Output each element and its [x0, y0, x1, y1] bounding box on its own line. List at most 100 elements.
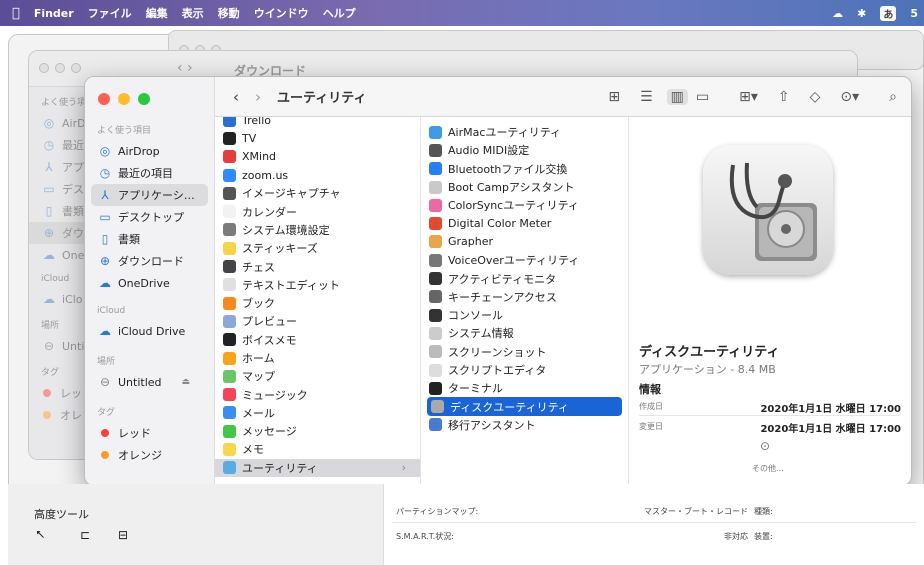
bg-sidebar-item-untitled[interactable]: ⊖ Unti	[29, 335, 89, 357]
list-item[interactable]: メッセージ	[215, 422, 420, 440]
bg-sidebar-item-desktop[interactable]: ▭ デス	[29, 178, 89, 200]
list-item[interactable]: Bluetoothファイル交換	[421, 160, 628, 178]
bg-sidebar-item-apps[interactable]: ⅄ アプ	[29, 156, 89, 178]
move-tool-icon[interactable]: ⊟	[118, 528, 128, 542]
list-item[interactable]: システム情報	[421, 324, 628, 342]
list-item[interactable]: アクティビティモニタ	[421, 269, 628, 287]
list-item[interactable]: ユーティリティ ›	[215, 458, 420, 477]
list-item[interactable]: ターミナル	[421, 379, 628, 397]
sidebar-item-untitled[interactable]: ⊖ Untitled ⏏	[85, 371, 214, 393]
list-item[interactable]: コンソール	[421, 306, 628, 324]
menu-window[interactable]: ウインドウ	[254, 5, 309, 21]
list-item[interactable]: イメージキャプチャ	[215, 184, 420, 202]
menu-edit[interactable]: 編集	[146, 5, 168, 21]
list-item[interactable]: AirMacユーティリティ	[421, 123, 628, 141]
sidebar-item-documents[interactable]: ▯ 書類	[85, 228, 214, 250]
insert-tool-icon[interactable]: ⊏	[80, 528, 90, 542]
menu-bar:  Finder ファイル 編集 表示 移動 ウインドウ ヘルプ ☁ ✱ あ 5	[0, 0, 924, 26]
search-icon[interactable]: ⌕	[889, 89, 897, 105]
list-item[interactable]: マップ	[215, 367, 420, 385]
input-method-icon[interactable]: あ	[880, 5, 897, 21]
list-item[interactable]: TV	[215, 129, 420, 147]
sidebar-tag-red[interactable]: レッド	[85, 422, 214, 444]
sidebar-item-applications[interactable]: ⅄ アプリケーシ…	[91, 184, 208, 206]
bg-sidebar-item-icloud[interactable]: ☁ iClo	[29, 288, 89, 310]
sidebar-item-recents[interactable]: ◷ 最近の項目	[85, 162, 214, 184]
list-item[interactable]: スクリーンショット	[421, 343, 628, 361]
menu-view[interactable]: 表示	[182, 5, 204, 21]
bluetooth-icon[interactable]: ✱	[857, 7, 866, 20]
list-item[interactable]: VoiceOverユーティリティ	[421, 251, 628, 269]
list-item-label: チェス	[242, 260, 275, 274]
list-item[interactable]: スティッキーズ	[215, 239, 420, 257]
bg-back-icon[interactable]: ‹ ›	[177, 60, 193, 76]
list-item[interactable]: メール	[215, 404, 420, 422]
list-item[interactable]: XMind	[215, 148, 420, 166]
list-item[interactable]: メモ	[215, 440, 420, 458]
list-item[interactable]: カレンダー	[215, 202, 420, 220]
eject-icon[interactable]: ⏏	[182, 377, 191, 387]
list-item[interactable]: Trello	[215, 117, 420, 129]
list-item-label: ブック	[242, 297, 275, 311]
list-item[interactable]: スクリプトエディタ	[421, 361, 628, 379]
sidebar-item-onedrive[interactable]: ☁ OneDrive	[85, 272, 214, 294]
forward-icon[interactable]: ›	[255, 88, 261, 106]
sidebar-tag-orange[interactable]: オレンジ	[85, 444, 214, 466]
list-item[interactable]: zoom.us	[215, 166, 420, 184]
list-item-label: ミュージック	[242, 388, 308, 402]
gallery-view-icon[interactable]: ▭	[696, 89, 709, 105]
menu-help[interactable]: ヘルプ	[323, 5, 356, 21]
share-icon[interactable]: ⇧	[778, 89, 790, 105]
menu-go[interactable]: 移動	[218, 5, 240, 21]
list-item[interactable]: Audio MIDI設定	[421, 141, 628, 159]
list-item[interactable]: Boot Campアシスタント	[421, 178, 628, 196]
sidebar-item-icloud-drive[interactable]: ☁ iCloud Drive	[85, 320, 214, 342]
group-icon[interactable]: ⊞▾	[739, 89, 758, 105]
bg-sidebar-item-recent[interactable]: ◷ 最近	[29, 134, 89, 156]
sidebar-item-desktop[interactable]: ▭ デスクトップ	[85, 206, 214, 228]
list-item[interactable]: ボイスメモ	[215, 331, 420, 349]
list-item[interactable]: ミュージック	[215, 385, 420, 403]
list-item[interactable]: キーチェーンアクセス	[421, 288, 628, 306]
list-item[interactable]: チェス	[215, 257, 420, 275]
menubar-extra[interactable]: 5	[910, 7, 918, 20]
sidebar-item-downloads[interactable]: ⊕ ダウンロード	[85, 250, 214, 272]
list-item[interactable]: ブック	[215, 294, 420, 312]
more-label[interactable]: その他...	[752, 463, 784, 474]
column-view-icon[interactable]: ▥	[666, 88, 688, 105]
list-item[interactable]: Digital Color Meter	[421, 214, 628, 232]
cloud-status-icon[interactable]: ☁	[832, 7, 843, 20]
list-view-icon[interactable]: ☰	[640, 89, 653, 105]
bg-tag-orange[interactable]: オレ	[29, 404, 89, 426]
chevron-right-icon: ›	[401, 461, 406, 475]
sidebar-item-airdrop[interactable]: ◎ AirDrop	[85, 140, 214, 162]
more-icon[interactable]: ⊙	[760, 439, 770, 453]
preview-subtitle: アプリケーション - 8.4 MB	[639, 363, 776, 376]
list-item[interactable]: ホーム	[215, 349, 420, 367]
bg-sidebar-item-docs[interactable]: ▯ 書類	[29, 200, 89, 222]
close-button[interactable]	[98, 93, 110, 105]
menu-file[interactable]: ファイル	[88, 5, 132, 21]
icon-view-icon[interactable]: ⊞	[608, 89, 620, 105]
bg-sidebar-item-airdrop[interactable]: ◎ AirD	[29, 112, 89, 134]
pointer-tool-icon[interactable]: ⭦	[36, 528, 44, 543]
list-item[interactable]: Grapher	[421, 233, 628, 251]
menu-finder[interactable]: Finder	[34, 7, 74, 20]
list-item[interactable]: システム環境設定	[215, 221, 420, 239]
list-item[interactable]: ディスクユーティリティ	[427, 397, 622, 416]
list-item[interactable]: プレビュー	[215, 312, 420, 330]
bg-sidebar-item-downloads[interactable]: ⊕ ダウ	[29, 222, 89, 244]
back-icon[interactable]: ‹	[233, 88, 239, 106]
list-item[interactable]: ColorSyncユーティリティ	[421, 196, 628, 214]
list-item[interactable]: テキストエディット	[215, 276, 420, 294]
more-actions-icon[interactable]: ⊙▾	[840, 89, 859, 105]
apple-menu-icon[interactable]: 	[12, 6, 20, 21]
bg-tag-red[interactable]: レッ	[29, 382, 89, 404]
zoom-button[interactable]	[138, 93, 150, 105]
list-item-label: キーチェーンアクセス	[448, 290, 557, 304]
bg-sidebar-item-onedrive[interactable]: ☁ One	[29, 244, 89, 266]
tag-icon[interactable]: ◇	[810, 89, 821, 105]
list-item-label: テキストエディット	[242, 278, 340, 292]
list-item[interactable]: 移行アシスタント	[421, 416, 628, 434]
minimize-button[interactable]	[118, 93, 130, 105]
